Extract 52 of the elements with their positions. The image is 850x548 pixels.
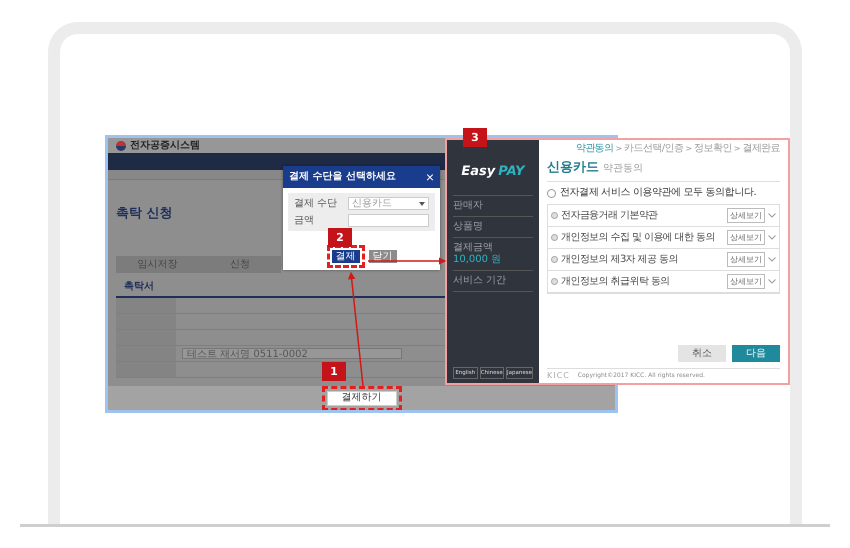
next-button[interactable]: 다음: [732, 345, 780, 362]
field-label: 결제 수단: [294, 198, 338, 208]
info-label: 결제금액: [453, 243, 494, 253]
detail-button[interactable]: 상세보기: [727, 252, 765, 267]
step-number-badge: 1: [322, 362, 346, 381]
agree-all-label: 전자결제 서비스 이용약관에 모두 동의합니다.: [560, 188, 756, 198]
amount-input-field[interactable]: [348, 214, 429, 227]
detail-button[interactable]: 상세보기: [727, 230, 765, 245]
term-checkbox[interactable]: [551, 256, 558, 263]
info-label: 상품명: [453, 222, 484, 232]
term-checkbox[interactable]: [551, 278, 558, 285]
info-label: 서비스 기간: [453, 276, 508, 286]
term-checkbox[interactable]: [551, 212, 558, 219]
chevron-down-icon[interactable]: [768, 279, 776, 284]
term-checkbox[interactable]: [551, 234, 558, 241]
pay-confirm-button[interactable]: 결제: [332, 250, 360, 263]
payment-title: 신용카드: [547, 159, 599, 176]
cancel-button[interactable]: 취소: [678, 345, 726, 362]
info-label: 판매자: [453, 201, 484, 211]
dialog-title: 결제 수단을 선택하세요: [289, 172, 396, 182]
footer-logo: KICC: [547, 371, 570, 380]
step-number-badge: 3: [463, 128, 487, 147]
step-label: 임시저장: [136, 258, 178, 272]
term-label: 개인정보의 수집 및 이용에 대한 동의: [561, 232, 716, 243]
close-button[interactable]: ×: [426, 170, 434, 184]
info-value: 10,000 원: [453, 255, 502, 265]
term-label: 개인정보의 제3자 제공 동의: [561, 254, 679, 265]
breadcrumb-step: 정보확인: [694, 144, 732, 154]
field-label: 금액: [294, 216, 315, 226]
breadcrumb-step: 결제완료: [742, 144, 780, 154]
page-title: 촉탁 신청: [116, 206, 173, 222]
pay-button[interactable]: 결제하기: [326, 390, 396, 406]
chevron-down-icon[interactable]: [768, 213, 776, 218]
payment-subtitle: 약관동의: [603, 162, 643, 175]
dialog-close-button[interactable]: 닫기: [368, 250, 396, 263]
breadcrumb-step: 카드선택/인증: [624, 144, 684, 154]
breadcrumb-separator: >: [734, 144, 740, 154]
agree-all-checkbox[interactable]: [547, 188, 556, 198]
easypay-logo: Easy PAY: [453, 164, 533, 196]
term-label: 전자금융거래 기본약관: [561, 210, 659, 221]
chevron-down-icon[interactable]: [768, 257, 776, 262]
step-number-badge: 2: [328, 228, 352, 247]
detail-button[interactable]: 상세보기: [727, 208, 765, 223]
step-label: 신청: [228, 258, 251, 272]
chevron-down-icon[interactable]: [768, 235, 776, 240]
caret-icon: [419, 202, 425, 206]
breadcrumb-step: 약관동의: [576, 144, 614, 154]
site-name: 전자공증시스템: [130, 140, 200, 150]
emblem-icon: [116, 140, 126, 150]
breadcrumb-separator: >: [616, 144, 622, 154]
detail-button[interactable]: 상세보기: [727, 274, 765, 289]
breadcrumb-separator: >: [685, 144, 692, 154]
